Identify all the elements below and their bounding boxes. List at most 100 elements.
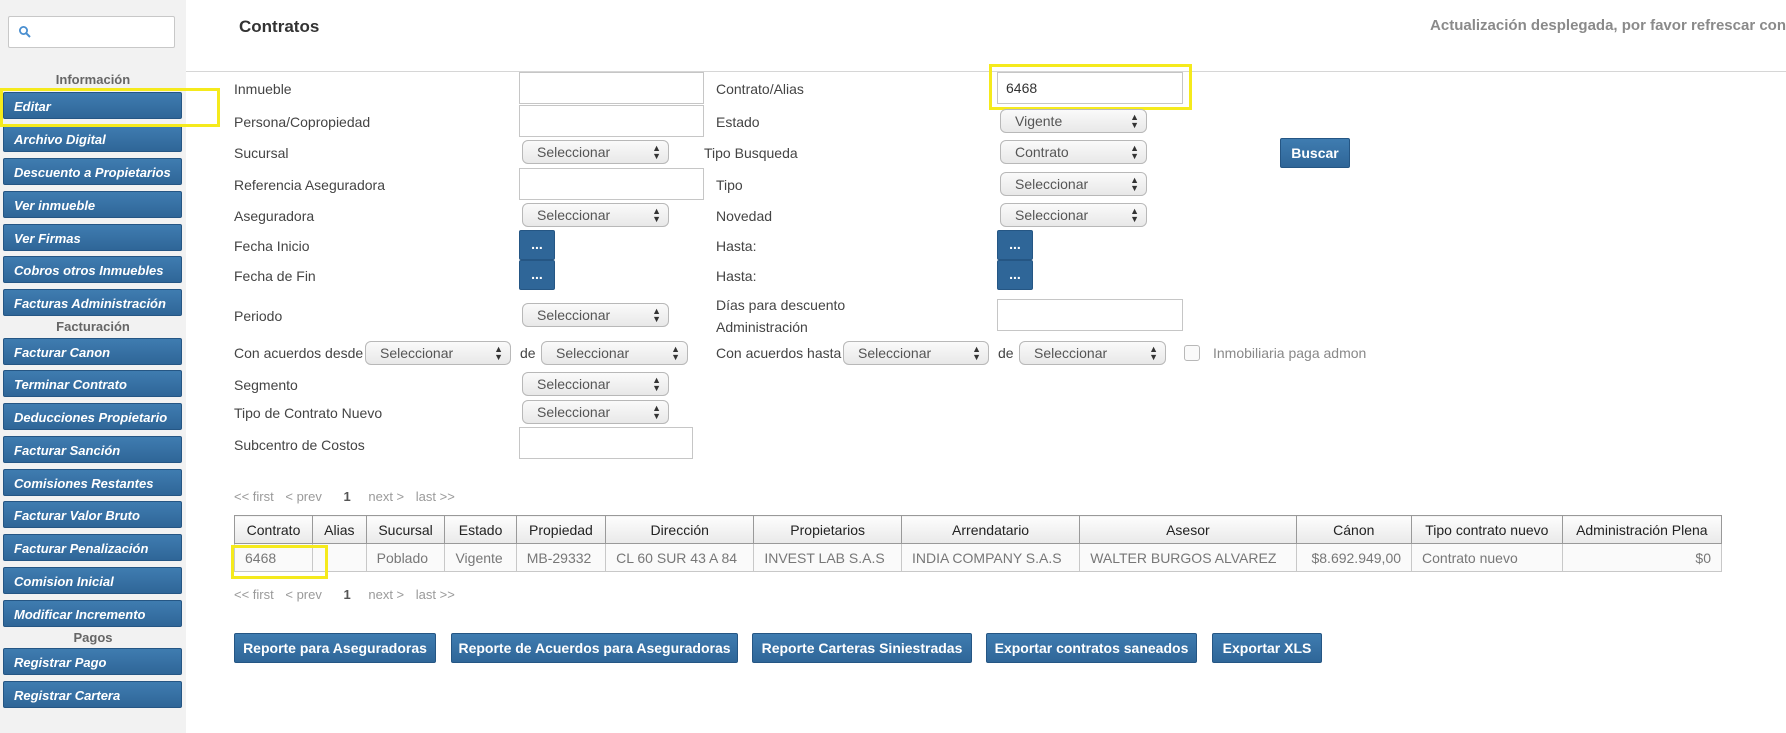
fecha-inicio-button[interactable]: ... xyxy=(519,230,555,260)
pager-current: 1 xyxy=(343,587,351,602)
inmobiliaria-paga-checkbox[interactable] xyxy=(1184,345,1200,361)
select-arrows-icon: ▲ ▼ xyxy=(494,344,503,362)
tipo-busqueda-select[interactable]: Contrato ▲ ▼ xyxy=(1000,140,1147,164)
sidebar-item-comisiones-restantes[interactable]: Comisiones Restantes xyxy=(3,469,182,496)
table-row[interactable]: 6468 Poblado Vigente MB-29332 CL 60 SUR … xyxy=(233,543,1723,572)
cell-alias xyxy=(312,543,367,572)
hasta-label-2: Hasta: xyxy=(716,268,757,284)
aseguradora-select[interactable]: Seleccionar ▲ ▼ xyxy=(522,203,669,227)
select-arrows-icon: ▲ ▼ xyxy=(652,306,661,324)
hasta-button-1[interactable]: ... xyxy=(997,230,1033,260)
exportar-saneados-button[interactable]: Exportar contratos saneados xyxy=(986,633,1197,663)
sidebar-item-comision-inicial[interactable]: Comision Inicial xyxy=(3,567,182,594)
sidebar-item-cobros-otros-inmuebles[interactable]: Cobros otros Inmuebles xyxy=(3,256,182,283)
sidebar-item-editar[interactable]: Editar xyxy=(3,92,182,119)
col-contrato[interactable]: Contrato xyxy=(233,515,314,544)
segmento-select[interactable]: Seleccionar ▲ ▼ xyxy=(522,372,669,396)
referencia-input[interactable] xyxy=(519,168,704,200)
reporte-acuerdos-button[interactable]: Reporte de Acuerdos para Aseguradoras xyxy=(451,633,738,663)
periodo-select[interactable]: Seleccionar ▲ ▼ xyxy=(522,303,669,327)
persona-input[interactable] xyxy=(519,105,704,137)
fecha-fin-label: Fecha de Fin xyxy=(234,268,316,284)
sidebar-search-input[interactable] xyxy=(35,19,171,45)
tipo-contrato-nuevo-select[interactable]: Seleccionar ▲ ▼ xyxy=(522,400,669,424)
novedad-label: Novedad xyxy=(716,208,773,224)
con-acuerdos-hasta-select[interactable]: Seleccionar ▲ ▼ xyxy=(843,341,989,365)
buscar-button[interactable]: Buscar xyxy=(1280,138,1350,168)
col-direccion[interactable]: Dirección xyxy=(605,515,755,544)
sidebar-item-ver-inmueble[interactable]: Ver inmueble xyxy=(3,191,182,218)
sidebar-item-facturar-penalizacion[interactable]: Facturar Penalización xyxy=(3,534,182,561)
pager-first[interactable]: << first xyxy=(234,587,274,602)
sucursal-select[interactable]: Seleccionar ▲ ▼ xyxy=(522,140,669,164)
sidebar: Información Editar Archivo Digital Descu… xyxy=(0,0,186,733)
select-arrows-icon: ▲ ▼ xyxy=(652,206,661,224)
subcentro-input[interactable] xyxy=(519,427,693,459)
estado-select[interactable]: Vigente ▲ ▼ xyxy=(1000,109,1147,133)
hasta-label-1: Hasta: xyxy=(716,238,757,254)
pager-current: 1 xyxy=(343,489,351,504)
periodo-select-value: Seleccionar xyxy=(537,307,611,323)
col-asesor[interactable]: Asesor xyxy=(1079,515,1297,544)
sucursal-select-value: Seleccionar xyxy=(537,144,611,160)
hasta-button-2[interactable]: ... xyxy=(997,260,1033,290)
sidebar-item-facturar-valor-bruto[interactable]: Facturar Valor Bruto xyxy=(3,501,182,528)
contrato-alias-label: Contrato/Alias xyxy=(716,81,804,97)
col-tipo-contrato-nuevo[interactable]: Tipo contrato nuevo xyxy=(1411,515,1563,544)
pager-prev[interactable]: < prev xyxy=(285,587,322,602)
con-acuerdos-desde-select[interactable]: Seleccionar ▲ ▼ xyxy=(365,341,511,365)
pager-prev[interactable]: < prev xyxy=(285,489,322,504)
col-propiedad[interactable]: Propiedad xyxy=(515,515,607,544)
sidebar-item-descuento-propietarios[interactable]: Descuento a Propietarios xyxy=(3,158,182,185)
con-acuerdos-desde-select-2[interactable]: Seleccionar ▲ ▼ xyxy=(541,341,688,365)
section-facturacion: Facturación xyxy=(56,319,130,334)
sidebar-item-ver-firmas[interactable]: Ver Firmas xyxy=(3,224,182,251)
col-sucursal[interactable]: Sucursal xyxy=(365,515,446,544)
tipo-label: Tipo xyxy=(716,177,743,193)
referencia-label: Referencia Aseguradora xyxy=(234,177,385,193)
reporte-carteras-button[interactable]: Reporte Carteras Siniestradas xyxy=(752,633,972,663)
sidebar-item-terminar-contrato[interactable]: Terminar Contrato xyxy=(3,370,182,397)
col-propietarios[interactable]: Propietarios xyxy=(753,515,902,544)
novedad-select[interactable]: Seleccionar ▲ ▼ xyxy=(1000,203,1147,227)
inmueble-input[interactable] xyxy=(519,72,704,104)
sidebar-item-deducciones-propietario[interactable]: Deducciones Propietario xyxy=(3,403,182,430)
pager-next[interactable]: next > xyxy=(368,587,404,602)
pager-next[interactable]: next > xyxy=(368,489,404,504)
pager-first[interactable]: << first xyxy=(234,489,274,504)
select-arrows-icon: ▲ ▼ xyxy=(1149,344,1158,362)
sidebar-item-facturas-administracion[interactable]: Facturas Administración xyxy=(3,289,182,316)
sidebar-item-registrar-pago[interactable]: Registrar Pago xyxy=(3,648,182,675)
con-acuerdos-desde-label: Con acuerdos desde xyxy=(234,345,364,361)
page-title: Contratos xyxy=(239,17,320,36)
con-acuerdos-hasta-select-2[interactable]: Seleccionar ▲ ▼ xyxy=(1019,341,1166,365)
sidebar-search[interactable] xyxy=(8,16,175,48)
cell-arrendatario: INDIA COMPANY S.A.S xyxy=(900,543,1081,572)
col-administracion-plena[interactable]: Administración Plena xyxy=(1561,515,1723,544)
pager-last[interactable]: last >> xyxy=(416,489,455,504)
estado-label: Estado xyxy=(716,114,760,130)
periodo-label: Periodo xyxy=(234,308,283,324)
col-arrendatario[interactable]: Arrendatario xyxy=(900,515,1081,544)
col-estado[interactable]: Estado xyxy=(444,515,517,544)
pager-last[interactable]: last >> xyxy=(416,587,455,602)
sidebar-item-archivo-digital[interactable]: Archivo Digital xyxy=(3,125,182,152)
cell-contrato[interactable]: 6468 xyxy=(233,543,314,572)
col-alias[interactable]: Alias xyxy=(312,515,367,544)
contrato-alias-input[interactable] xyxy=(997,72,1183,104)
dias-descuento-input[interactable] xyxy=(997,299,1183,331)
select-arrows-icon: ▲ ▼ xyxy=(1130,112,1139,130)
exportar-xls-button[interactable]: Exportar XLS xyxy=(1212,633,1322,663)
fecha-fin-button[interactable]: ... xyxy=(519,260,555,290)
de-label-2: de xyxy=(998,345,1014,361)
sidebar-item-registrar-cartera[interactable]: Registrar Cartera xyxy=(3,681,182,708)
sidebar-item-facturar-sancion[interactable]: Facturar Sanción xyxy=(3,436,182,463)
header-divider xyxy=(186,71,1786,72)
sidebar-item-facturar-canon[interactable]: Facturar Canon xyxy=(3,338,182,365)
con-acuerdos-hasta-value: Seleccionar xyxy=(858,345,932,361)
col-canon[interactable]: Cánon xyxy=(1295,515,1413,544)
reporte-aseguradoras-button[interactable]: Reporte para Aseguradoras xyxy=(234,633,436,663)
con-acuerdos-desde-value-2: Seleccionar xyxy=(556,345,630,361)
tipo-select[interactable]: Seleccionar ▲ ▼ xyxy=(1000,172,1147,196)
sidebar-item-modificar-incremento[interactable]: Modificar Incremento xyxy=(3,600,182,627)
